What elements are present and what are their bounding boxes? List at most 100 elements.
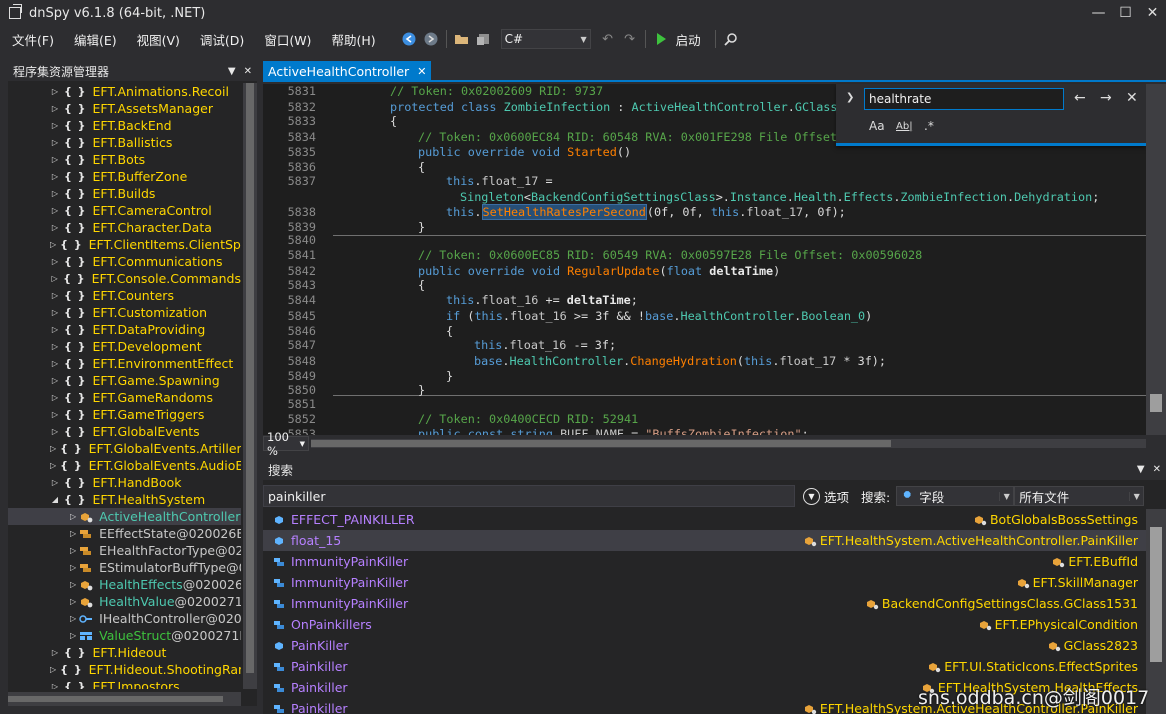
collapsed-arrow-icon[interactable]: ▷ <box>50 478 60 487</box>
tree-item[interactable]: ▷ { } EFT.ClientItems.ClientSpecI <box>8 236 241 253</box>
start-icon[interactable] <box>652 30 670 48</box>
tab-close-icon[interactable]: ✕ <box>417 65 426 78</box>
collapsed-arrow-icon[interactable]: ▷ <box>50 325 60 334</box>
tree-item[interactable]: ▷ HealthValue @0200271 <box>8 593 241 610</box>
collapsed-arrow-icon[interactable]: ▷ <box>50 240 56 249</box>
nav-forward-icon[interactable] <box>422 30 440 48</box>
collapsed-arrow-icon[interactable]: ▷ <box>50 291 60 300</box>
tree-item[interactable]: ▷ { } EFT.DataProviding <box>8 321 241 338</box>
tree-item[interactable]: ◢ { } EFT.HealthSystem <box>8 491 241 508</box>
search-result-row[interactable]: EFFECT_PAINKILLER BotGlobalsBossSettings <box>263 509 1146 530</box>
collapsed-arrow-icon[interactable]: ▷ <box>50 461 56 470</box>
tree-item[interactable]: ▷ { } EFT.GlobalEvents <box>8 423 241 440</box>
collapsed-arrow-icon[interactable]: ▷ <box>50 342 60 351</box>
search-result-row[interactable]: ImmunityPainKiller EFT.SkillManager <box>263 572 1146 593</box>
minimize-icon[interactable]: — <box>1085 0 1112 26</box>
tree-item[interactable]: ▷ { } EFT.AssetsManager <box>8 100 241 117</box>
tree-item[interactable]: ▷ { } EFT.GameRandoms <box>8 389 241 406</box>
tree-item[interactable]: ▷ { } EFT.Game.Spawning <box>8 372 241 389</box>
collapsed-arrow-icon[interactable]: ▷ <box>70 563 76 572</box>
open-list-icon[interactable] <box>475 30 493 48</box>
search-result-row[interactable]: PainKiller GClass2823 <box>263 635 1146 656</box>
tree-item[interactable]: ▷ EStimulatorBuffType @0 <box>8 559 241 576</box>
collapsed-arrow-icon[interactable]: ▷ <box>50 87 60 96</box>
collapsed-arrow-icon[interactable]: ▷ <box>50 359 60 368</box>
tree-item[interactable]: ▷ EEffectState @020026B <box>8 525 241 542</box>
expanded-arrow-icon[interactable]: ◢ <box>50 495 60 504</box>
find-previous-icon[interactable]: ← <box>1074 90 1086 106</box>
collapsed-arrow-icon[interactable]: ▷ <box>70 614 76 623</box>
menu-file[interactable]: 文件(F) <box>6 30 60 49</box>
panel-menu-icon[interactable]: ▼ <box>228 66 236 77</box>
collapsed-arrow-icon[interactable]: ▷ <box>50 138 60 147</box>
collapsed-arrow-icon[interactable]: ▷ <box>70 631 76 640</box>
collapsed-arrow-icon[interactable]: ▷ <box>70 580 76 589</box>
search-result-row[interactable]: float_15 EFT.HealthSystem.ActiveHealthCon… <box>263 530 1146 551</box>
tree-item[interactable]: ▷ { } EFT.HandBook <box>8 474 241 491</box>
close-icon[interactable]: ✕ <box>1139 0 1166 26</box>
menu-window[interactable]: 窗口(W) <box>258 30 317 49</box>
menu-edit[interactable]: 编辑(E) <box>68 30 123 49</box>
tree-item[interactable]: ▷ { } EFT.Builds <box>8 185 241 202</box>
menu-view[interactable]: 视图(V) <box>131 30 186 49</box>
tree-item[interactable]: ▷ { } EFT.Communications <box>8 253 241 270</box>
search-icon[interactable] <box>722 30 740 48</box>
undo-icon[interactable]: ↶ <box>599 30 617 48</box>
search-result-row[interactable]: Painkiller EFT.UI.StaticIcons.EffectSprit… <box>263 656 1146 677</box>
menu-help[interactable]: 帮助(H) <box>325 30 381 49</box>
tree-item[interactable]: ▷ HealthEffects @0200260 <box>8 576 241 593</box>
tree-item[interactable]: ▷ { } EFT.BackEnd <box>8 117 241 134</box>
nav-back-icon[interactable] <box>400 30 418 48</box>
tree-item[interactable]: ▷ { } EFT.Ballistics <box>8 134 241 151</box>
tree-item[interactable]: ▷ { } EFT.GameTriggers <box>8 406 241 423</box>
maximize-icon[interactable]: ☐ <box>1112 0 1139 26</box>
collapsed-arrow-icon[interactable]: ▷ <box>50 376 60 385</box>
collapsed-arrow-icon[interactable]: ▷ <box>50 410 60 419</box>
search-result-row[interactable]: OnPainkillers EFT.EPhysicalCondition <box>263 614 1146 635</box>
search-scope-select[interactable]: 所有文件 ▼ <box>1014 486 1145 506</box>
collapsed-arrow-icon[interactable]: ▷ <box>70 546 76 555</box>
collapsed-arrow-icon[interactable]: ▷ <box>50 682 60 689</box>
editor-vertical-scrollbar[interactable] <box>1146 84 1166 435</box>
collapsed-arrow-icon[interactable]: ▷ <box>50 121 60 130</box>
collapsed-arrow-icon[interactable]: ▷ <box>70 529 76 538</box>
tree-horizontal-scrollbar[interactable] <box>8 692 241 706</box>
tab-active-health-controller[interactable]: ActiveHealthController ✕ <box>263 61 432 82</box>
tree-item[interactable]: ▷ { } EFT.Development <box>8 338 241 355</box>
collapsed-arrow-icon[interactable]: ▷ <box>50 274 59 283</box>
search-result-row[interactable]: ImmunityPainKiller BackendConfigSettingsC… <box>263 593 1146 614</box>
tree-item[interactable]: ▷ { } EFT.Hideout <box>8 644 241 661</box>
tree-item[interactable]: ▷ { } EFT.GlobalEvents.ArtillerySh <box>8 440 241 457</box>
panel-close-icon[interactable]: ✕ <box>244 66 252 77</box>
tree-item[interactable]: ▷ { } EFT.Bots <box>8 151 241 168</box>
collapsed-arrow-icon[interactable]: ▷ <box>50 648 60 657</box>
find-close-icon[interactable]: ✕ <box>1126 90 1138 106</box>
language-select[interactable]: C# ▼ <box>500 29 591 49</box>
tree-item[interactable]: ▷ { } EFT.Counters <box>8 287 241 304</box>
regex-icon[interactable]: .* <box>924 119 934 133</box>
tree-item[interactable]: ▷ EHealthFactorType @02 <box>8 542 241 559</box>
tree-item[interactable]: ▷ IHealthController @020 <box>8 610 241 627</box>
search-type-select[interactable]: ⯃ 字段 ▼ <box>896 486 1015 506</box>
search-input[interactable]: painkiller <box>263 485 795 507</box>
collapsed-arrow-icon[interactable]: ▷ <box>70 597 76 606</box>
tree-item[interactable]: ▷ ValueStruct @0200271D <box>8 627 241 644</box>
open-folder-icon[interactable] <box>453 30 471 48</box>
collapsed-arrow-icon[interactable]: ▷ <box>50 257 60 266</box>
collapsed-arrow-icon[interactable]: ▷ <box>50 308 60 317</box>
find-next-icon[interactable]: → <box>1100 90 1112 106</box>
collapsed-arrow-icon[interactable]: ▷ <box>50 393 60 402</box>
tree-item[interactable]: ▷ { } EFT.BufferZone <box>8 168 241 185</box>
collapsed-arrow-icon[interactable]: ▷ <box>50 223 60 232</box>
panel-close-icon[interactable]: ✕ <box>1153 464 1161 475</box>
panel-menu-icon[interactable]: ▼ <box>1137 464 1145 475</box>
redo-icon[interactable]: ↷ <box>621 30 639 48</box>
collapsed-arrow-icon[interactable]: ▷ <box>70 512 76 521</box>
expand-replace-icon[interactable]: ❯ <box>846 92 854 103</box>
tree-item[interactable]: ▷ { } EFT.GlobalEvents.AudioEve <box>8 457 241 474</box>
collapsed-arrow-icon[interactable]: ▷ <box>50 427 60 436</box>
tree-item[interactable]: ▷ { } EFT.Animations.Recoil <box>8 83 241 100</box>
match-case-icon[interactable]: Aa <box>869 119 885 133</box>
whole-word-icon[interactable]: Ab| <box>896 121 913 132</box>
tree-item[interactable]: ▷ { } EFT.Customization <box>8 304 241 321</box>
